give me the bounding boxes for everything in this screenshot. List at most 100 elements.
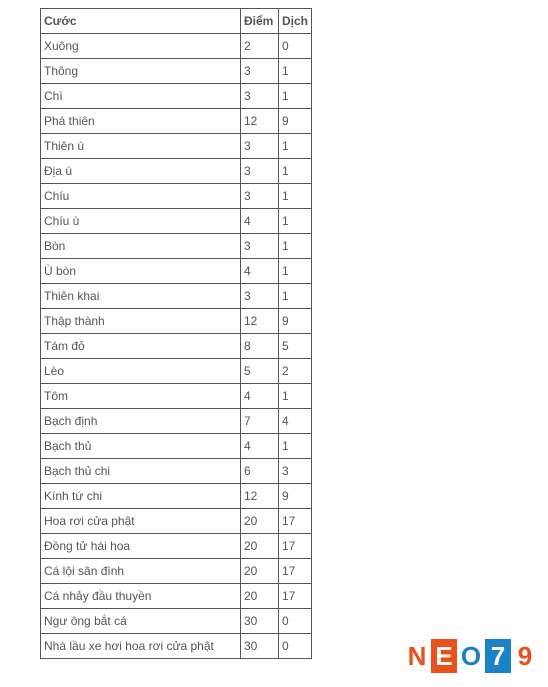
cell-diem: 3 bbox=[241, 134, 279, 159]
cell-cuoc: Tôm bbox=[41, 384, 241, 409]
cell-diem: 3 bbox=[241, 59, 279, 84]
table-header-row: Cước Điểm Dịch bbox=[41, 9, 312, 34]
cell-diem: 12 bbox=[241, 484, 279, 509]
cell-diem: 12 bbox=[241, 309, 279, 334]
cell-dich: 0 bbox=[279, 634, 312, 659]
cell-cuoc: Kính tứ chi bbox=[41, 484, 241, 509]
table-row: Chì31 bbox=[41, 84, 312, 109]
cell-diem: 30 bbox=[241, 609, 279, 634]
cell-diem: 20 bbox=[241, 509, 279, 534]
cell-cuoc: Chíu bbox=[41, 184, 241, 209]
table-row: Ù bòn41 bbox=[41, 259, 312, 284]
cell-dich: 1 bbox=[279, 184, 312, 209]
cell-dich: 0 bbox=[279, 34, 312, 59]
cell-diem: 6 bbox=[241, 459, 279, 484]
cell-cuoc: Xuông bbox=[41, 34, 241, 59]
cell-cuoc: Thập thành bbox=[41, 309, 241, 334]
cell-cuoc: Cá nhảy đầu thuyền bbox=[41, 584, 241, 609]
cell-dich: 17 bbox=[279, 584, 312, 609]
cell-cuoc: Hoa rơi cửa phật bbox=[41, 509, 241, 534]
cell-cuoc: Ngư ông bắt cá bbox=[41, 609, 241, 634]
cell-diem: 7 bbox=[241, 409, 279, 434]
table-row: Hoa rơi cửa phật2017 bbox=[41, 509, 312, 534]
cell-cuoc: Đồng tử hái hoa bbox=[41, 534, 241, 559]
logo-letter-n: N bbox=[404, 639, 430, 673]
logo-letter-o: O bbox=[458, 639, 484, 673]
cell-diem: 3 bbox=[241, 284, 279, 309]
table-row: Bạch thủ chi63 bbox=[41, 459, 312, 484]
cell-dich: 3 bbox=[279, 459, 312, 484]
header-dich: Dịch bbox=[279, 9, 312, 34]
cell-cuoc: Chíu ù bbox=[41, 209, 241, 234]
cell-diem: 2 bbox=[241, 34, 279, 59]
cell-dich: 1 bbox=[279, 209, 312, 234]
cell-diem: 20 bbox=[241, 534, 279, 559]
cell-dich: 9 bbox=[279, 309, 312, 334]
cell-diem: 3 bbox=[241, 159, 279, 184]
cell-dich: 4 bbox=[279, 409, 312, 434]
cell-cuoc: Bạch thủ bbox=[41, 434, 241, 459]
cell-cuoc: Bạch thủ chi bbox=[41, 459, 241, 484]
logo-letter-e: E bbox=[431, 639, 457, 673]
table-row: Thông31 bbox=[41, 59, 312, 84]
cell-diem: 4 bbox=[241, 434, 279, 459]
scoring-table: Cước Điểm Dịch Xuông20Thông31Chì31Phá th… bbox=[40, 8, 312, 659]
logo-letter-9: 9 bbox=[512, 639, 538, 673]
table-row: Kính tứ chi129 bbox=[41, 484, 312, 509]
table-row: Đồng tử hái hoa2017 bbox=[41, 534, 312, 559]
table-row: Ngư ông bắt cá300 bbox=[41, 609, 312, 634]
table-row: Tôm41 bbox=[41, 384, 312, 409]
cell-dich: 9 bbox=[279, 484, 312, 509]
cell-dich: 5 bbox=[279, 334, 312, 359]
neo79-logo: N E O 7 9 bbox=[404, 639, 538, 673]
cell-dich: 1 bbox=[279, 259, 312, 284]
table-row: Thiên ù31 bbox=[41, 134, 312, 159]
cell-dich: 1 bbox=[279, 159, 312, 184]
cell-dich: 17 bbox=[279, 534, 312, 559]
cell-diem: 12 bbox=[241, 109, 279, 134]
cell-cuoc: Phá thiên bbox=[41, 109, 241, 134]
table-row: Cá lội sân đình2017 bbox=[41, 559, 312, 584]
logo-letter-7: 7 bbox=[485, 639, 511, 673]
cell-cuoc: Cá lội sân đình bbox=[41, 559, 241, 584]
cell-cuoc: Thiên ù bbox=[41, 134, 241, 159]
table-row: Thập thành129 bbox=[41, 309, 312, 334]
cell-dich: 1 bbox=[279, 59, 312, 84]
cell-cuoc: Ù bòn bbox=[41, 259, 241, 284]
cell-diem: 3 bbox=[241, 234, 279, 259]
cell-dich: 17 bbox=[279, 509, 312, 534]
table-row: Địa ù31 bbox=[41, 159, 312, 184]
table-row: Xuông20 bbox=[41, 34, 312, 59]
cell-dich: 2 bbox=[279, 359, 312, 384]
header-cuoc: Cước bbox=[41, 9, 241, 34]
cell-diem: 20 bbox=[241, 559, 279, 584]
table-row: Chíu31 bbox=[41, 184, 312, 209]
table-row: Bạch định74 bbox=[41, 409, 312, 434]
cell-diem: 3 bbox=[241, 184, 279, 209]
cell-dich: 1 bbox=[279, 284, 312, 309]
cell-diem: 4 bbox=[241, 259, 279, 284]
cell-cuoc: Địa ù bbox=[41, 159, 241, 184]
cell-dich: 0 bbox=[279, 609, 312, 634]
cell-dich: 17 bbox=[279, 559, 312, 584]
cell-cuoc: Chì bbox=[41, 84, 241, 109]
cell-diem: 20 bbox=[241, 584, 279, 609]
cell-dich: 1 bbox=[279, 84, 312, 109]
cell-dich: 1 bbox=[279, 134, 312, 159]
cell-cuoc: Thiên khai bbox=[41, 284, 241, 309]
cell-diem: 5 bbox=[241, 359, 279, 384]
cell-cuoc: Bòn bbox=[41, 234, 241, 259]
table-row: Tám đỏ85 bbox=[41, 334, 312, 359]
table-row: Bạch thủ41 bbox=[41, 434, 312, 459]
table-row: Chíu ù41 bbox=[41, 209, 312, 234]
cell-cuoc: Lèo bbox=[41, 359, 241, 384]
cell-cuoc: Nhà lầu xe hơi hoa rơi cửa phật bbox=[41, 634, 241, 659]
cell-dich: 1 bbox=[279, 434, 312, 459]
header-diem: Điểm bbox=[241, 9, 279, 34]
logo-main: N E O 7 9 bbox=[404, 639, 538, 673]
cell-dich: 1 bbox=[279, 234, 312, 259]
table-row: Thiên khai31 bbox=[41, 284, 312, 309]
table-row: Lèo52 bbox=[41, 359, 312, 384]
cell-diem: 3 bbox=[241, 84, 279, 109]
cell-diem: 4 bbox=[241, 384, 279, 409]
